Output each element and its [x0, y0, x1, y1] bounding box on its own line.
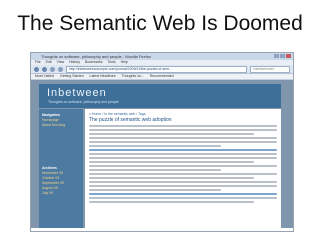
back-icon[interactable]	[34, 66, 39, 72]
address-bar[interactable]: http://inbetweenconcepts.com/journal/200…	[66, 65, 247, 73]
menu-help[interactable]: Help	[121, 60, 128, 64]
menu-file[interactable]: File	[35, 60, 41, 64]
home-icon[interactable]	[58, 66, 63, 72]
browser-screenshot: Thoughts on software, philosophy and peo…	[30, 52, 294, 232]
minimize-icon[interactable]	[274, 54, 279, 58]
sidebar-archives: Archives November 09 October 09 Septembe…	[42, 166, 80, 196]
blog-post: « Home / In the semantic web / Tags The …	[85, 109, 281, 228]
paragraph	[89, 192, 277, 203]
search-input[interactable]: inbetweennet	[250, 65, 290, 73]
blog-name[interactable]: Inbetween	[47, 87, 107, 99]
bookmark-item[interactable]: Getting Started	[60, 74, 84, 78]
close-icon[interactable]	[286, 54, 291, 58]
forward-icon[interactable]	[42, 66, 47, 72]
bookmark-item[interactable]: Thoughts on...	[122, 74, 144, 78]
maximize-icon[interactable]	[280, 54, 285, 58]
menu-tools[interactable]: Tools	[107, 60, 115, 64]
paragraph	[89, 148, 277, 171]
window-title: Thoughts on software, philosophy and peo…	[41, 54, 152, 59]
blog-header: Inbetween Thoughts on software, philosop…	[39, 84, 281, 108]
bookmark-item[interactable]: Latest Headlines	[90, 74, 116, 78]
menu-edit[interactable]: Edit	[46, 60, 52, 64]
browser-titlebar: Thoughts on software, philosophy and peo…	[31, 53, 293, 60]
bookmark-item[interactable]: Recommended	[150, 74, 174, 78]
bookmark-item[interactable]: Most Visited	[35, 74, 54, 78]
post-title[interactable]: The puzzle of semantic web adoption	[89, 117, 277, 123]
blog-tagline: Thoughts on software, philosophy and peo…	[48, 100, 119, 104]
sidebar-navigation: Navigation Homepage About this blog	[42, 113, 80, 128]
post-body	[89, 124, 277, 203]
sidebar-item-about[interactable]: About this blog	[42, 123, 80, 128]
menu-history[interactable]: History	[69, 60, 80, 64]
paragraph	[89, 124, 277, 147]
slide-title: The Semantic Web Is Doomed	[17, 12, 303, 35]
navigation-toolbar: http://inbetweenconcepts.com/journal/200…	[31, 65, 293, 74]
paragraph	[89, 180, 277, 191]
menu-bookmarks[interactable]: Bookmarks	[85, 60, 103, 64]
archive-link[interactable]: July 09	[42, 191, 80, 196]
paragraph	[89, 172, 277, 179]
page-viewport: Inbetween Thoughts on software, philosop…	[31, 80, 293, 228]
reload-icon[interactable]	[50, 66, 55, 72]
menu-view[interactable]: View	[57, 60, 65, 64]
blog-sidebar: Navigation Homepage About this blog Arch…	[39, 109, 83, 228]
